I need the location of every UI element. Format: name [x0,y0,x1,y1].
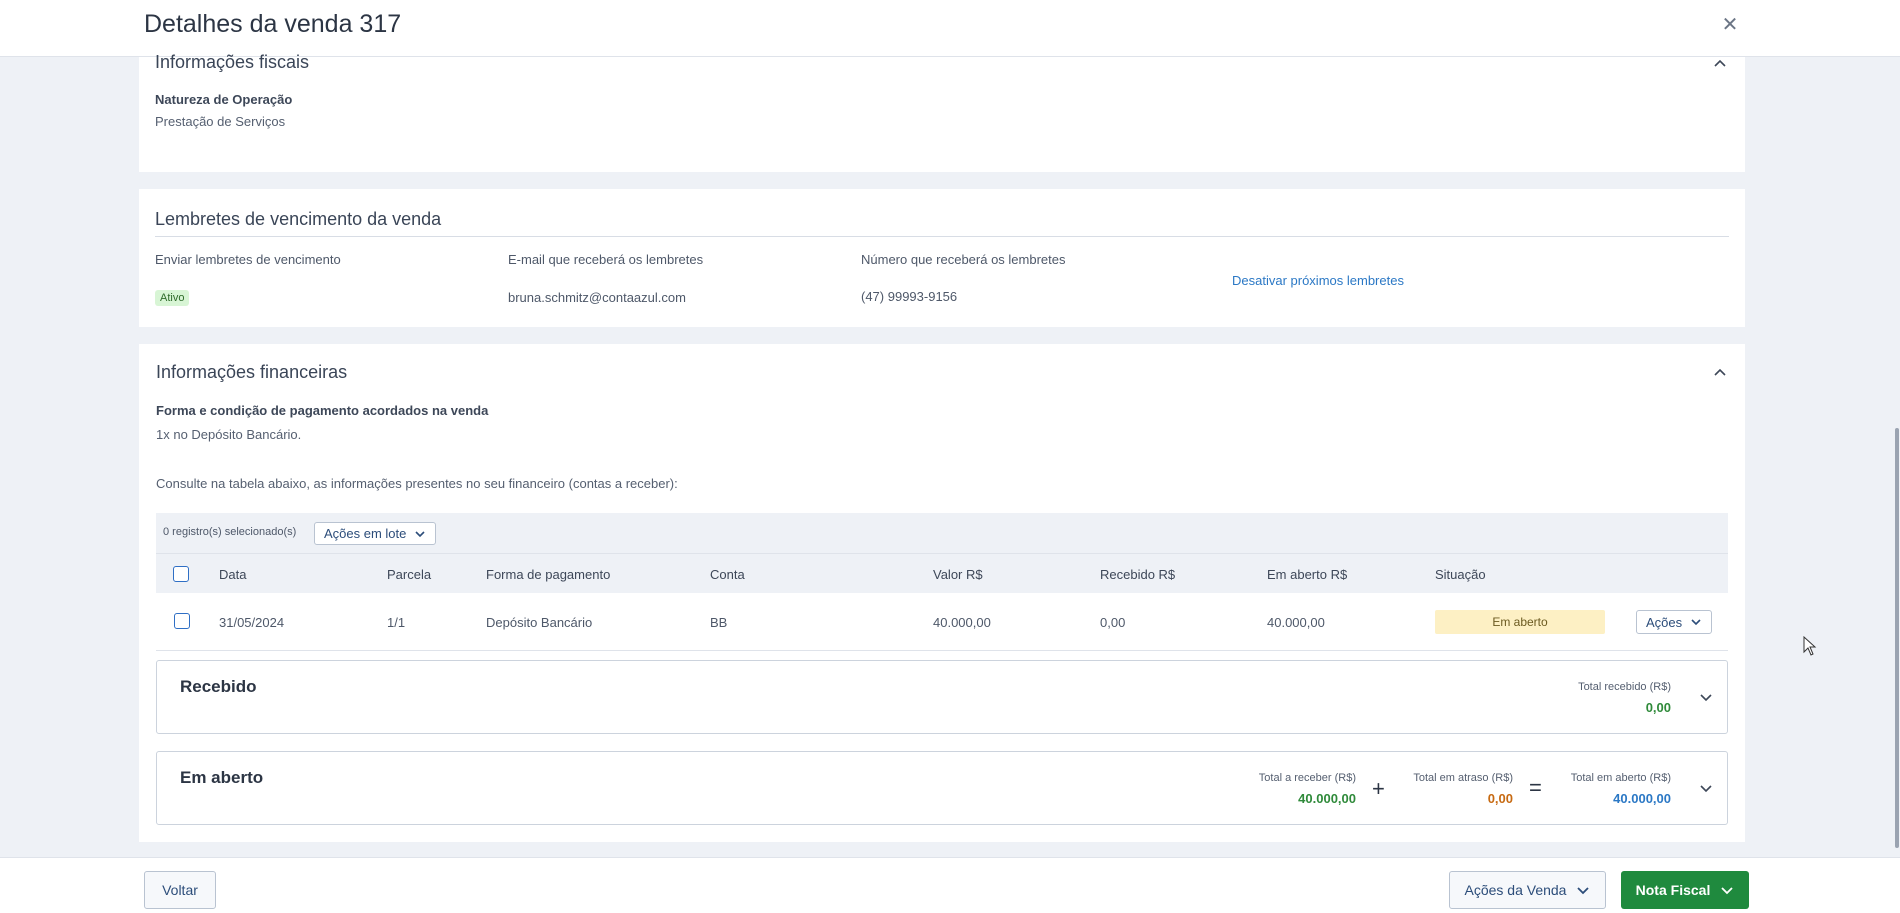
divider [155,236,1729,237]
total-received-label: Total recebido (R$) [1578,681,1671,693]
chevron-up-icon[interactable] [1713,366,1727,380]
chevron-down-icon[interactable] [1699,690,1713,704]
sale-actions-button[interactable]: Ações da Venda [1449,871,1606,909]
modal-footer: Voltar Ações da Venda Nota Fiscal [0,857,1900,913]
phone-value: (47) 99993-9156 [861,289,958,304]
modal-header: Detalhes da venda 317 ✕ [0,0,1900,57]
table-toolbar: 0 registro(s) selecionado(s) Ações em lo… [156,513,1728,553]
payment-condition-value: 1x no Depósito Bancário. [156,427,302,442]
cell-em-aberto: 40.000,00 [1267,615,1325,630]
total-overdue-value: 0,00 [1487,791,1513,806]
total-to-receive-value: 40.000,00 [1298,791,1356,806]
natureza-label: Natureza de Operação [155,92,293,107]
received-title: Recebido [180,677,257,696]
total-open-label: Total em aberto (R$) [1570,772,1671,784]
select-all-checkbox[interactable] [173,566,189,582]
table-row: 31/05/2024 1/1 Depósito Bancário BB 40.0… [156,593,1728,651]
close-icon[interactable]: ✕ [1720,12,1740,36]
fiscal-info-card: Informações fiscais Natureza de Operação… [139,52,1745,172]
plus-sign: + [1372,776,1385,801]
status-badge: Em aberto [1435,610,1605,634]
cell-valor: 40.000,00 [933,615,991,630]
total-received-value: 0,00 [1645,700,1671,715]
open-panel[interactable]: Em aberto Total a receber (R$) 40.000,00… [156,751,1728,825]
cell-data: 31/05/2024 [219,615,285,630]
invoice-button[interactable]: Nota Fiscal [1621,871,1749,909]
row-actions-label: Ações [1646,614,1683,630]
scrollbar[interactable] [1895,428,1899,848]
batch-actions-label: Ações em lote [324,526,407,541]
col-em-aberto[interactable]: Em aberto R$ [1267,567,1347,582]
chevron-up-icon[interactable] [1713,57,1727,71]
email-value: bruna.schmitz@contaazul.com [508,290,686,305]
fiscal-info-title: Informações fiscais [155,52,310,72]
open-title: Em aberto [180,768,264,787]
col-parcela[interactable]: Parcela [387,567,431,582]
send-reminders-label: Enviar lembretes de vencimento [155,252,341,267]
row-actions-button[interactable]: Ações [1636,610,1713,634]
reminders-card: Lembretes de vencimento da venda Enviar … [139,189,1745,327]
financial-info-title: Informações financeiras [156,362,348,382]
natureza-value: Prestação de Serviços [155,114,286,129]
chevron-down-icon [1691,619,1701,626]
received-panel[interactable]: Recebido Total recebido (R$) 0,00 [156,660,1728,734]
row-checkbox[interactable] [174,613,190,629]
disable-reminders-link[interactable]: Desativar próximos lembretes [1232,273,1404,288]
cell-conta: BB [710,615,728,630]
mouse-cursor-icon [1803,635,1817,656]
chevron-down-icon [415,530,425,537]
table-hint: Consulte na tabela abaixo, as informaçõe… [156,476,678,491]
phone-label: Número que receberá os lembretes [861,252,1066,267]
invoice-label: Nota Fiscal [1635,882,1711,898]
col-situacao[interactable]: Situação [1435,567,1486,582]
batch-actions-button[interactable]: Ações em lote [314,522,437,545]
total-to-receive-label: Total a receber (R$) [1258,772,1356,784]
total-open-value: 40.000,00 [1613,791,1671,806]
chevron-down-icon [1577,887,1590,895]
email-label: E-mail que receberá os lembretes [508,252,704,267]
equals-sign: = [1529,775,1542,800]
cell-recebido: 0,00 [1100,615,1126,630]
cell-forma-pagamento: Depósito Bancário [486,615,593,630]
col-valor[interactable]: Valor R$ [933,567,983,582]
total-overdue-label: Total em atraso (R$) [1413,772,1513,784]
status-badge: Ativo [155,290,190,306]
page-title: Detalhes da venda 317 [144,10,402,38]
selected-count: 0 registro(s) selecionado(s) [163,526,297,538]
col-data[interactable]: Data [219,567,246,582]
col-forma-pagamento[interactable]: Forma de pagamento [486,567,610,582]
col-recebido[interactable]: Recebido R$ [1100,567,1175,582]
sale-actions-label: Ações da Venda [1464,882,1567,898]
col-conta[interactable]: Conta [710,567,745,582]
back-button[interactable]: Voltar [144,871,216,909]
reminders-title: Lembretes de vencimento da venda [155,209,442,229]
cell-parcela: 1/1 [387,615,406,630]
payment-condition-label: Forma e condição de pagamento acordados … [156,403,489,418]
table-header: Data Parcela Forma de pagamento Conta Va… [156,553,1728,593]
chevron-down-icon [1721,887,1733,895]
chevron-down-icon[interactable] [1699,781,1713,795]
